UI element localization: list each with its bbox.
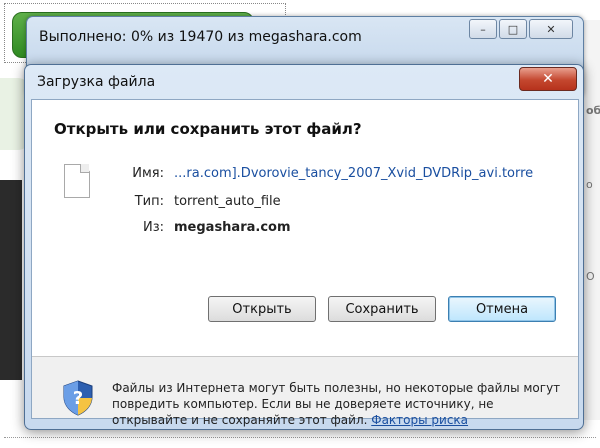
shield-icon: ? bbox=[63, 380, 93, 416]
file-download-dialog: Загрузка файла ✕ Открыть или сохранить э… bbox=[24, 64, 584, 430]
dialog-heading: Открыть или сохранить этот файл? bbox=[54, 120, 362, 138]
dialog-body: Открыть или сохранить этот файл? Имя: ..… bbox=[31, 99, 579, 427]
risk-factors-link[interactable]: Факторы риска bbox=[371, 413, 468, 427]
file-type-value: torrent_auto_file bbox=[174, 194, 281, 209]
file-type-label: Тип: bbox=[134, 194, 164, 209]
window-controls: – □ ✕ bbox=[469, 19, 573, 39]
file-name-label: Имя: bbox=[132, 166, 164, 181]
security-warning: Файлы из Интернета могут быть полезны, н… bbox=[112, 380, 562, 428]
save-button[interactable]: Сохранить bbox=[328, 296, 436, 322]
file-source-value: megashara.com bbox=[174, 220, 291, 235]
progress-window-title: Выполнено: 0% из 19470 из megashara.com bbox=[39, 29, 362, 45]
background-text-fragment: О bbox=[586, 270, 595, 283]
background-text-fragment: обо bbox=[586, 104, 600, 117]
file-name-value: ...ra.com].Dvorovie_tancy_2007_Xvid_DVDR… bbox=[174, 166, 534, 181]
maximize-button[interactable]: □ bbox=[499, 19, 527, 39]
close-button[interactable]: ✕ bbox=[529, 19, 573, 39]
file-icon-fold bbox=[80, 164, 89, 173]
open-button[interactable]: Открыть bbox=[208, 296, 316, 322]
background-text-fragment: о bbox=[586, 178, 593, 191]
dialog-title: Загрузка файла bbox=[37, 74, 156, 90]
svg-text:?: ? bbox=[73, 388, 83, 409]
background-dotted-line bbox=[4, 437, 596, 438]
dialog-close-button[interactable]: ✕ bbox=[519, 67, 577, 91]
footer-separator bbox=[32, 356, 578, 357]
background-dark-panel bbox=[0, 180, 22, 380]
security-warning-text: Файлы из Интернета могут быть полезны, н… bbox=[112, 381, 561, 427]
minimize-button[interactable]: – bbox=[469, 19, 497, 39]
cancel-button[interactable]: Отмена bbox=[448, 296, 556, 322]
background-right-column bbox=[584, 20, 600, 420]
file-source-label: Из: bbox=[142, 220, 164, 235]
